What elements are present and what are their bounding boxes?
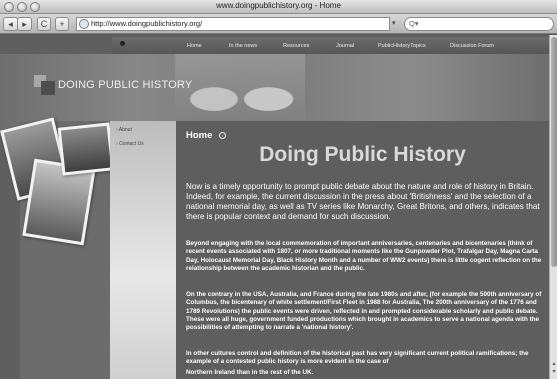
- window-titlebar: www.doingpublichistory.org - Home: [0, 0, 557, 14]
- body-paragraph-2: On the contrary in the USA, Australia, a…: [186, 291, 542, 332]
- scroll-down-icon[interactable]: ▾: [551, 369, 557, 375]
- sidebar-panel: [110, 121, 176, 379]
- body-paragraph-4: Northern Ireland than in the rest of the…: [186, 369, 314, 376]
- back-button[interactable]: ◂: [3, 17, 18, 31]
- decorative-photo-3: [57, 122, 115, 176]
- logo-icon: [34, 75, 56, 95]
- main-navigation: Home In the news Resources Journal Publi…: [112, 37, 549, 54]
- browser-toolbar: ◂ ▸ C + http://www.doingpublichistory.or…: [0, 14, 557, 34]
- vertical-scrollbar[interactable]: ▴ ▾: [549, 35, 557, 379]
- body-paragraph-3: In other cultures control and definition…: [186, 350, 529, 366]
- window-title: www.doingpublichistory.org - Home: [216, 1, 341, 10]
- plus-icon: +: [59, 19, 65, 29]
- nav-bullet-icon: [120, 41, 125, 46]
- nav-discussion-forum[interactable]: Discussion Forum: [450, 43, 494, 49]
- back-arrow-icon: ◂: [8, 19, 13, 29]
- sidebar-item-contact-us[interactable]: › Contact Us: [116, 141, 144, 147]
- sidebar-item-about[interactable]: › About: [116, 127, 132, 133]
- breadcrumb-home: Home: [186, 130, 213, 141]
- reload-button[interactable]: C: [37, 17, 51, 31]
- reload-icon: C: [40, 19, 48, 29]
- site-logo-text[interactable]: DOING PUBLIC HISTORY: [58, 79, 192, 91]
- address-bar[interactable]: http://www.doingpublichistory.org/: [76, 17, 390, 31]
- nav-home[interactable]: Home: [187, 43, 202, 49]
- globe-icon: [79, 19, 89, 29]
- intro-paragraph: Now is a timely opportunity to prompt pu…: [186, 182, 540, 221]
- scroll-up-icon[interactable]: ▴: [551, 361, 557, 367]
- web-page: Home In the news Resources Journal Publi…: [0, 35, 549, 379]
- home-circle-icon: ›: [219, 132, 226, 139]
- nav-in-the-news[interactable]: In the news: [229, 43, 257, 49]
- forward-button[interactable]: ▸: [17, 17, 32, 31]
- nav-journal[interactable]: Journal: [336, 43, 354, 49]
- nav-resources[interactable]: Resources: [283, 43, 309, 49]
- forward-arrow-icon: ▸: [22, 19, 27, 29]
- body-paragraph-1: Beyond engaging with the local commemora…: [186, 240, 542, 272]
- nav-public-history-topics[interactable]: PublicHistoryTopics: [378, 43, 426, 49]
- address-dropdown-icon[interactable]: ▾: [392, 19, 396, 27]
- search-icon: Q▾: [409, 19, 419, 28]
- scrollbar-thumb[interactable]: [551, 37, 557, 267]
- search-input[interactable]: Q▾: [404, 17, 554, 31]
- page-title: Doing Public History: [259, 143, 466, 166]
- address-text: http://www.doingpublichistory.org/: [91, 19, 203, 28]
- add-bookmark-button[interactable]: +: [55, 17, 69, 31]
